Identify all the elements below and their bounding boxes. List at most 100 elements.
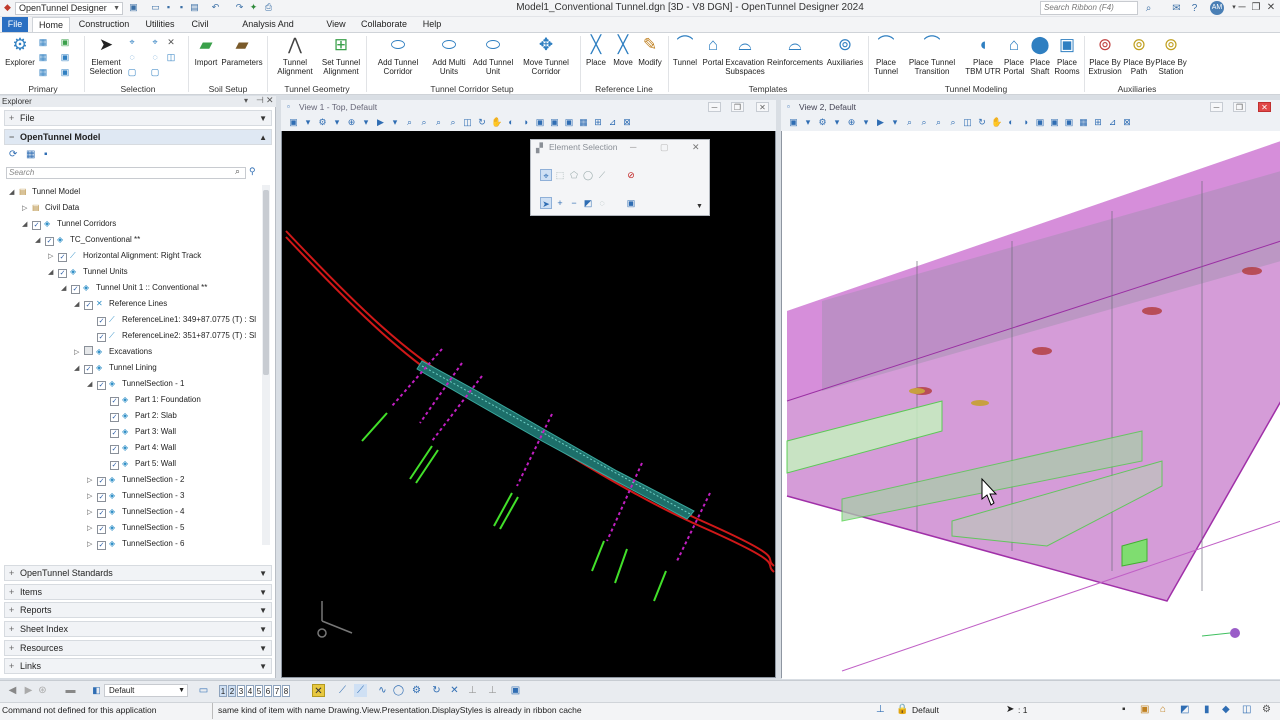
place-portal-button[interactable]: ⌂ Place Portal bbox=[1000, 34, 1028, 76]
view-2-tool-icon[interactable]: ▣ bbox=[1049, 117, 1060, 128]
expand-icon[interactable]: ▷ bbox=[87, 473, 97, 489]
circle-tool-icon[interactable]: ◯ bbox=[392, 684, 405, 697]
add-tunnel-corridor-button[interactable]: ⬭ Add Tunnel Corridor bbox=[368, 34, 428, 76]
view-1-tool-icon[interactable]: ⊿ bbox=[607, 117, 618, 128]
bell-icon[interactable]: ✉ bbox=[1170, 2, 1183, 15]
pin-icon[interactable]: ⊣ bbox=[256, 95, 264, 106]
tab-view[interactable]: View bbox=[323, 17, 349, 32]
open-icon[interactable]: ▭ bbox=[150, 2, 161, 13]
parameters-button[interactable]: ▰ Parameters bbox=[220, 34, 264, 67]
pin-icon[interactable]: ▾ bbox=[244, 96, 248, 105]
view-2-tool-icon[interactable]: ▣ bbox=[788, 117, 799, 128]
home-icon[interactable]: ⌂ bbox=[1160, 704, 1166, 715]
view-1-tool-icon[interactable]: ↻ bbox=[477, 117, 488, 128]
tree-item[interactable]: ▷ ✓ ◈ TunnelSection - 4 bbox=[87, 504, 184, 520]
expand-icon[interactable]: ▷ bbox=[87, 521, 97, 537]
view-2-tool-icon[interactable]: ▦ bbox=[1078, 117, 1089, 128]
view-2-tool-icon[interactable]: ↻ bbox=[977, 117, 988, 128]
small-tool-icon[interactable]: ▦ bbox=[38, 37, 48, 47]
print-preview-icon[interactable]: ⎙ bbox=[263, 2, 274, 13]
view-1-tool-icon[interactable]: ▾ bbox=[303, 117, 314, 128]
tree-item[interactable]: ▷ ✓ ◈ TunnelSection - 2 bbox=[87, 472, 184, 488]
tab-help[interactable]: Help bbox=[418, 17, 446, 32]
view-1-tool-icon[interactable]: ▣ bbox=[549, 117, 560, 128]
search-icon[interactable]: ⌕ bbox=[1142, 2, 1155, 15]
snap-status-icon[interactable]: ⊥ bbox=[876, 704, 885, 715]
place-rooms-button[interactable]: ▣ Place Rooms bbox=[1052, 34, 1082, 76]
tree-checkbox[interactable]: ✓ bbox=[97, 525, 106, 534]
view-7-toggle[interactable]: 7 bbox=[273, 685, 281, 697]
view-2-tool-icon[interactable]: ⊞ bbox=[1093, 117, 1104, 128]
tree-item[interactable]: ▷ ✓ ◈ TunnelSection - 6 bbox=[87, 536, 184, 552]
view-2-tool-icon[interactable]: ⌕ bbox=[919, 117, 930, 128]
chevron-down-icon[interactable]: ▼ bbox=[696, 203, 703, 210]
workspace-select[interactable]: OpenTunnel Designer ▼ bbox=[15, 2, 123, 15]
view-1-tool-icon[interactable]: ▣ bbox=[564, 117, 575, 128]
filter-icon[interactable]: ▪ bbox=[44, 149, 48, 160]
explorer-section-resources[interactable]: + Resources ▼ bbox=[4, 640, 272, 656]
view-6-toggle[interactable]: 6 bbox=[264, 685, 272, 697]
tree-item[interactable]: ◢ ✓ ◈ TC_Conventional ** bbox=[35, 232, 140, 248]
select-tool-icon[interactable]: ◫ bbox=[166, 52, 176, 62]
individual-method-icon[interactable]: ⌖ bbox=[540, 169, 552, 181]
close-icon[interactable]: ✕ bbox=[692, 142, 700, 153]
select-tool-icon[interactable]: ▢ bbox=[127, 67, 137, 77]
circle-method-icon[interactable]: ◯ bbox=[582, 169, 594, 181]
view-1-tool-icon[interactable]: ▾ bbox=[361, 117, 372, 128]
maximize-icon[interactable]: ▢ bbox=[660, 142, 669, 153]
expand-icon[interactable]: ▷ bbox=[87, 537, 97, 553]
explorer-search-input[interactable]: Search bbox=[6, 167, 246, 179]
tunnel-alignment-button[interactable]: ⋀ Tunnel Alignment bbox=[270, 34, 320, 76]
lock-icon[interactable]: 🔒 bbox=[896, 704, 908, 715]
tree-checkbox[interactable]: ✓ bbox=[110, 429, 119, 438]
tree-item[interactable]: ◢ ✓ ✕ Reference Lines bbox=[74, 296, 167, 312]
view-2-tool-icon[interactable]: ⊠ bbox=[1122, 117, 1133, 128]
explorer-section-items[interactable]: + Items ▼ bbox=[4, 584, 272, 600]
tree-item[interactable]: ✓ ◈ Part 2: Slab bbox=[100, 408, 177, 424]
tree-scrollbar-thumb[interactable] bbox=[263, 190, 269, 375]
view-1-tool-icon[interactable]: ▾ bbox=[390, 117, 401, 128]
place-tbm-utr-button[interactable]: ◖ Place TBM UTR bbox=[964, 34, 1002, 76]
view-2-tool-icon[interactable]: ⌕ bbox=[933, 117, 944, 128]
tree-checkbox[interactable]: ✓ bbox=[110, 461, 119, 470]
explorer-section-links[interactable]: + Links ▼ bbox=[4, 658, 272, 674]
view-1-tool-icon[interactable]: ▦ bbox=[578, 117, 589, 128]
view-2-tool-icon[interactable]: ▾ bbox=[832, 117, 843, 128]
snap-path-icon[interactable]: ∿ bbox=[376, 684, 389, 697]
tree-checkbox[interactable]: ✓ bbox=[84, 301, 93, 310]
view-2-tool-icon[interactable]: ◐ bbox=[1006, 117, 1017, 128]
view-2-tool-icon[interactable]: ⊿ bbox=[1107, 117, 1118, 128]
cross-tool-icon[interactable]: ✕ bbox=[448, 684, 461, 697]
tree-checkbox[interactable]: ✓ bbox=[84, 365, 93, 374]
view-2-tool-icon[interactable]: ◑ bbox=[1020, 117, 1031, 128]
level-select[interactable]: Default ▼ bbox=[104, 684, 188, 697]
tree-checkbox[interactable] bbox=[84, 346, 93, 355]
tree-checkbox[interactable]: ✓ bbox=[110, 397, 119, 406]
expand-icon[interactable]: ▷ bbox=[87, 505, 97, 521]
view-1-tool-icon[interactable]: ◫ bbox=[462, 117, 473, 128]
tree-checkbox[interactable]: ✓ bbox=[97, 477, 106, 486]
tab-construction[interactable]: Construction bbox=[76, 17, 132, 32]
place-by-station-button[interactable]: ⊚ Place By Station bbox=[1154, 34, 1188, 76]
view-minimize-icon[interactable]: ─ bbox=[1210, 102, 1223, 112]
tree-item[interactable]: ▷ ✓ ◈ TunnelSection - 5 bbox=[87, 520, 184, 536]
set-tunnel-alignment-button[interactable]: ⊞ Set Tunnel Alignment bbox=[318, 34, 364, 76]
folder-icon[interactable]: ▬ bbox=[64, 684, 77, 697]
move-tunnel-corridor-button[interactable]: ✥ Move Tunnel Corridor bbox=[514, 34, 578, 76]
place-button[interactable]: ╳ Place bbox=[582, 34, 610, 67]
explorer-button[interactable]: ⚙ Explorer bbox=[4, 34, 36, 67]
expand-icon[interactable]: ▷ bbox=[87, 489, 97, 505]
tunnel-template-button[interactable]: ⌒ Tunnel bbox=[670, 34, 700, 67]
view-close-icon[interactable]: ✕ bbox=[756, 102, 769, 112]
view-options-icon[interactable]: ▦ bbox=[26, 149, 35, 160]
collapse-icon[interactable]: ◢ bbox=[61, 281, 71, 297]
lock-icon[interactable]: ▣ bbox=[1140, 704, 1149, 715]
shape-method-icon[interactable]: ⬠ bbox=[568, 169, 580, 181]
explorer-section-opentunnel-standards[interactable]: + OpenTunnel Standards ▼ bbox=[4, 565, 272, 581]
view-2-canvas[interactable] bbox=[782, 101, 1280, 679]
collapse-icon[interactable]: ◢ bbox=[74, 297, 84, 313]
tree-checkbox[interactable]: ✓ bbox=[45, 237, 54, 246]
view-1-tool-icon[interactable]: ⌕ bbox=[419, 117, 430, 128]
view-5-toggle[interactable]: 5 bbox=[255, 685, 263, 697]
network-icon[interactable]: ◫ bbox=[1242, 704, 1251, 715]
